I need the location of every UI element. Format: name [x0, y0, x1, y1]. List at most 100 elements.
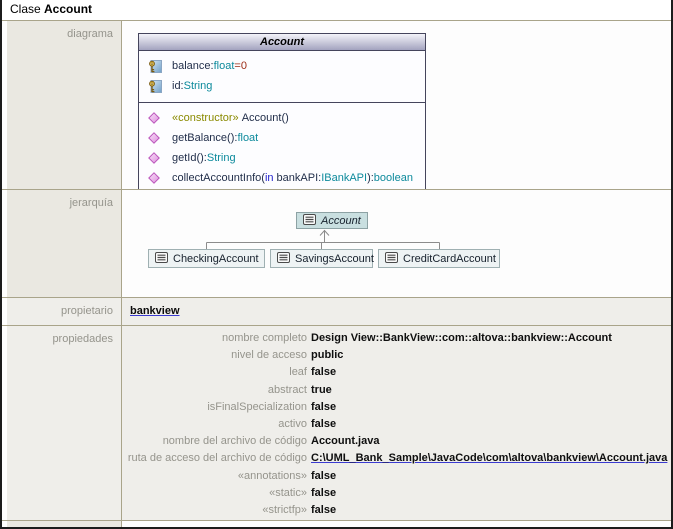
property-label: nombre completo [122, 332, 307, 344]
hierarchy-child-label: CreditCardAccount [403, 253, 496, 265]
property-label: nombre del archivo de código [122, 435, 307, 447]
property-row: activo false [122, 418, 671, 435]
property-label: nivel de acceso [122, 349, 307, 361]
property-label: activo [122, 418, 307, 430]
member-text-segment: in [265, 172, 274, 184]
property-value: false [311, 470, 336, 482]
class-icon [385, 252, 398, 266]
operation-diamond-icon [148, 112, 162, 124]
operation-diamond-icon [148, 132, 162, 144]
property-row: isFinalSpecialization false [122, 401, 671, 418]
class-icon [155, 252, 168, 266]
property-row: leaf false [122, 366, 671, 383]
member-text-segment: boolean [374, 172, 413, 184]
uml-operation-row: getId():String [139, 148, 425, 168]
hierarchy-child-box[interactable]: CreditCardAccount [378, 249, 500, 268]
uml-class-title: Account [139, 34, 425, 50]
row-label-diagram: diagrama [7, 21, 121, 189]
table-row-owner: propietario bankview [2, 297, 671, 325]
uml-operation-row: collectAccountInfo(in bankAPI:IBankAPI):… [139, 168, 425, 188]
key-icon [148, 80, 162, 93]
uml-operations-compartment: «constructor» Account()getBalance():floa… [139, 102, 425, 189]
property-row: «static» false [122, 487, 671, 504]
documentation-page: Clase Account diagrama Account balance:f… [0, 0, 673, 529]
member-text-segment: float [237, 132, 258, 144]
member-text-segment: bankAPI: [274, 172, 322, 184]
table-row-partial [2, 520, 671, 528]
property-row: abstract true [122, 384, 671, 401]
hierarchy-root-label: Account [321, 215, 361, 227]
property-label: «annotations» [122, 470, 307, 482]
member-text-segment: id: [172, 80, 184, 92]
property-label: abstract [122, 384, 307, 396]
property-row: nombre completo Design View::BankView::co… [122, 332, 671, 349]
page-title-class-name: Account [44, 2, 92, 16]
property-value-link[interactable]: C:\UML_Bank_Sample\JavaCode\com\altova\b… [311, 452, 667, 464]
hierarchy-content: Account CheckingAccount SavingsAccount Cre… [122, 190, 671, 297]
property-value: Design View::BankView::com::altova::bank… [311, 332, 612, 344]
key-icon [148, 60, 162, 73]
property-value: public [311, 349, 343, 361]
property-row: ruta de acceso del archivo de código C:\U… [122, 452, 671, 469]
property-label: leaf [122, 366, 307, 378]
property-value: false [311, 401, 336, 413]
table-row-diagram: diagrama Account balance:float=0id:Strin… [2, 20, 671, 189]
class-icon [303, 214, 316, 228]
properties-content: nombre completo Design View::BankView::co… [122, 326, 671, 520]
property-label: ruta de acceso del archivo de código [122, 452, 307, 464]
owner-content: bankview [122, 298, 671, 325]
table-row-hierarchy: jerarquía Account CheckingAccount Savings… [2, 189, 671, 297]
property-row: «annotations» false [122, 470, 671, 487]
property-label: «strictfp» [122, 504, 307, 516]
class-icon [277, 252, 290, 266]
hierarchy-child-box[interactable]: SavingsAccount [270, 249, 373, 268]
uml-operation-row: getBalance():float [139, 128, 425, 148]
property-value: false [311, 418, 336, 430]
page-title: Clase Account [2, 0, 671, 20]
property-row: nombre del archivo de código Account.java [122, 435, 671, 452]
uml-class-box: Account balance:float=0id:String «constr… [138, 33, 426, 189]
property-label: «static» [122, 487, 307, 499]
hierarchy-connector-lines [122, 190, 670, 297]
page-title-prefix: Clase [10, 2, 44, 16]
member-text-segment: Account() [242, 112, 289, 124]
property-value: true [311, 384, 332, 396]
property-value: false [311, 504, 336, 516]
member-text-segment: IBankAPI [321, 172, 367, 184]
uml-operation-row: «constructor» Account() [139, 108, 425, 128]
member-text-segment: getBalance(): [172, 132, 237, 144]
property-row: «strictfp» false [122, 504, 671, 520]
member-text-segment: =0 [234, 60, 247, 72]
member-text-segment: ): [367, 172, 374, 184]
member-text-segment: String [207, 152, 236, 164]
diagram-content: Account balance:float=0id:String «constr… [122, 21, 671, 189]
row-label-owner: propietario [7, 298, 121, 325]
operation-diamond-icon [148, 172, 162, 184]
property-row: nivel de acceso public [122, 349, 671, 366]
member-text-segment: collectAccountInfo( [172, 172, 265, 184]
member-text-segment: float [214, 60, 235, 72]
property-value: Account.java [311, 435, 379, 447]
member-text-segment: «constructor» [172, 112, 242, 124]
hierarchy-root-box[interactable]: Account [296, 212, 368, 229]
row-label-hierarchy: jerarquía [7, 190, 121, 297]
property-value: false [311, 366, 336, 378]
row-label-properties: propiedades [7, 326, 121, 520]
uml-attribute-row: balance:float=0 [139, 56, 425, 76]
properties-list: nombre completo Design View::BankView::co… [122, 326, 671, 520]
partial-row-content [122, 521, 671, 528]
uml-attribute-row: id:String [139, 76, 425, 96]
hierarchy-child-label: CheckingAccount [173, 253, 259, 265]
hierarchy-child-label: SavingsAccount [295, 253, 374, 265]
operation-diamond-icon [148, 152, 162, 164]
owner-link[interactable]: bankview [130, 305, 180, 317]
row-label-empty [7, 521, 121, 528]
table-row-properties: propiedades nombre completo Design View::… [2, 325, 671, 520]
uml-attributes-compartment: balance:float=0id:String [139, 50, 425, 102]
member-text-segment: String [184, 80, 213, 92]
property-value: false [311, 487, 336, 499]
member-text-segment: getId(): [172, 152, 207, 164]
hierarchy-child-box[interactable]: CheckingAccount [148, 249, 265, 268]
member-text-segment: balance: [172, 60, 214, 72]
property-label: isFinalSpecialization [122, 401, 307, 413]
